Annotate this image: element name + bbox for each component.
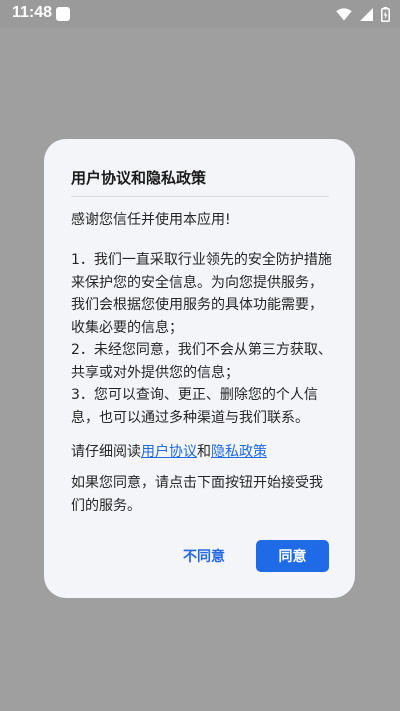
agree-prompt: 如果您同意，请点击下面按钮开始接受我们的服务。: [71, 475, 323, 514]
term-point-3: 3．您可以查询、更正、删除您的个人信息，也可以通过多种渠道与我们联系。: [71, 387, 318, 426]
status-time: 11:48: [12, 4, 53, 21]
read-joiner: 和: [197, 444, 211, 460]
terms-points: 1．我们一直采取行业领先的安全防护措施来保护您的安全信息。为向您提供服务，我们会…: [71, 249, 333, 429]
greeting-text: 感谢您信任并使用本应用!: [71, 212, 231, 228]
privacy-dialog: 用户协议和隐私政策 感谢您信任并使用本应用! 1．我们一直采取行业领先的安全防护…: [44, 139, 355, 598]
term-point-2: 2．未经您同意，我们不会从第三方获取、共享或对外提供您的信息；: [71, 342, 332, 381]
disagree-button[interactable]: 不同意: [169, 540, 239, 572]
signal-icon: [360, 7, 373, 21]
read-notice: 请仔细阅读用户协议和隐私政策: [71, 441, 333, 464]
notification-icon: [56, 7, 70, 21]
agree-button[interactable]: 同意: [256, 540, 329, 572]
privacy-policy-link[interactable]: 隐私政策: [211, 444, 267, 460]
term-point-1: 1．我们一直采取行业领先的安全防护措施来保护您的安全信息。为向您提供服务，我们会…: [71, 252, 332, 336]
title-divider: [71, 196, 329, 197]
user-agreement-link[interactable]: 用户协议: [141, 444, 197, 460]
dialog-title: 用户协议和隐私政策: [71, 169, 207, 187]
battery-icon: [381, 6, 390, 22]
status-icons: [336, 6, 390, 22]
wifi-icon: [336, 7, 352, 20]
read-prefix: 请仔细阅读: [71, 444, 141, 460]
status-bar: 11:48: [0, 0, 400, 28]
